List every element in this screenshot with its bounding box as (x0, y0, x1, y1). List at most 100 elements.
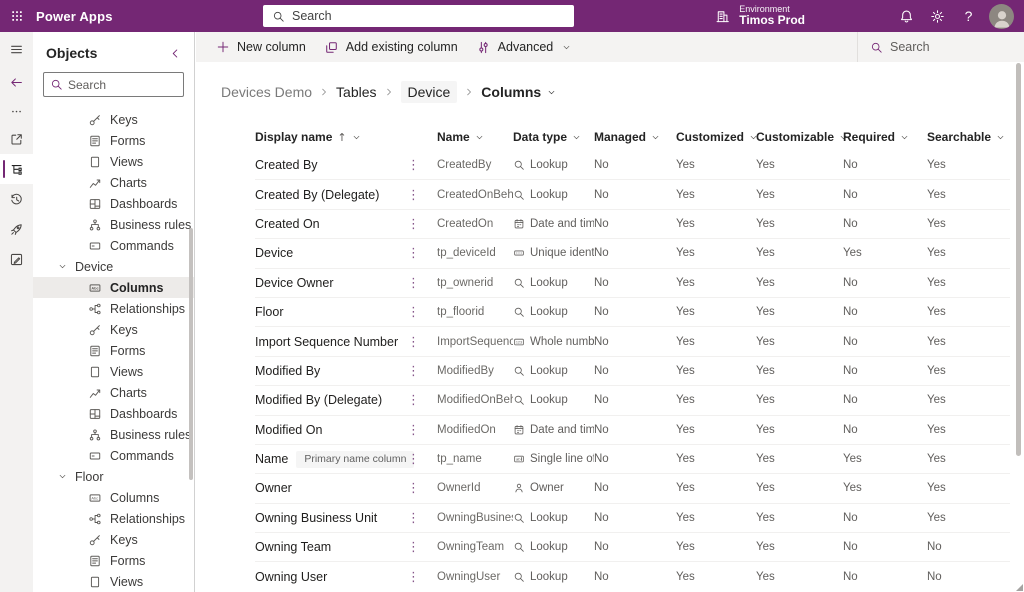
table-row[interactable]: Created By (Delegate)⋮ CreatedOnBehalf...… (255, 179, 1010, 208)
rail-item-history-icon[interactable] (0, 184, 33, 214)
table-row[interactable]: Modified By (Delegate)⋮ ModifiedOnBeha...… (255, 385, 1010, 414)
row-menu-button[interactable]: ⋮ (405, 188, 422, 202)
tree-item-dashboards[interactable]: Dashboards (33, 403, 194, 424)
tree-item-views[interactable]: Views (33, 151, 194, 172)
row-menu-button[interactable]: ⋮ (405, 246, 422, 260)
table-row[interactable]: Modified On⋮ModifiedOnDate and timeNoYes… (255, 414, 1010, 444)
table-row[interactable]: Name Primary name column ⋮ tp_name ab Single … (255, 443, 1010, 473)
column-header-display-name[interactable]: Display name ↑ (255, 130, 437, 144)
tree-item-business-rules[interactable]: Business rules (33, 214, 194, 235)
row-menu-button[interactable]: ⋮ (405, 305, 422, 319)
rail-item-edit-box-icon[interactable] (0, 244, 33, 274)
table-search[interactable] (857, 32, 1024, 62)
tree-item-columns[interactable]: Abc Columns (33, 277, 194, 298)
rail-item-back-arrow-icon[interactable] (0, 66, 33, 98)
collapse-panel-button[interactable] (169, 47, 182, 60)
row-menu-button[interactable]: ⋮ (405, 451, 422, 468)
tree-item-relationships[interactable]: Relationships (33, 508, 194, 529)
help-button[interactable]: ? (953, 0, 984, 32)
table-row[interactable]: Device Owner ⋮ tp_ownerid Lookup No Yes Yes No Y… (255, 267, 1010, 297)
row-menu-button[interactable]: ⋮ (405, 158, 422, 172)
chevron-right-icon (464, 87, 474, 97)
tree-item-commands[interactable]: Commands (33, 445, 194, 466)
main-scrollbar[interactable] (1016, 63, 1021, 456)
row-menu-button[interactable]: ⋮ (405, 276, 422, 290)
objects-scrollbar[interactable] (189, 228, 193, 480)
avatar[interactable] (989, 3, 1014, 29)
column-header-managed[interactable]: Managed (594, 130, 676, 144)
column-header-searchable[interactable]: Searchable (927, 130, 1010, 144)
column-header-customizable[interactable]: Customizable (756, 130, 847, 144)
table-row[interactable]: Device⋮ tp_deviceId Unique identifieNo Yes Y… (255, 238, 1010, 267)
tree-item-dashboards[interactable]: Dashboards (33, 193, 194, 214)
row-menu-button[interactable]: ⋮ (405, 217, 422, 231)
tree-item-charts[interactable]: Charts (33, 172, 194, 193)
rail-item-more-ellipsis-icon[interactable] (0, 98, 33, 124)
cell-customizable: Yes (756, 541, 775, 554)
tree-item-forms[interactable]: Forms (33, 340, 194, 361)
add-existing-column-button[interactable]: Add existing column (315, 32, 467, 62)
tree-item-charts[interactable]: Charts (33, 382, 194, 403)
column-header-required[interactable]: Required (843, 130, 927, 144)
notifications-button[interactable] (891, 0, 922, 32)
breadcrumb-item-devices-demo[interactable]: Devices Demo (221, 84, 312, 100)
tree-group-floor[interactable]: Floor (33, 466, 194, 487)
tree-item-relationships[interactable]: Relationships (33, 298, 194, 319)
table-row[interactable]: Modified By ⋮ ModifiedBy Lookup No Yes Yes No Ye… (255, 355, 1010, 385)
tree-group-device[interactable]: Device (33, 256, 194, 277)
table-row[interactable]: Owning Team ⋮ OwningTeam Lookup No Yes Yes No No (255, 532, 1010, 561)
table-row[interactable]: Created On⋮CreatedOnDate and timeNoYesYe… (255, 208, 1010, 238)
rail-item-rocket-icon[interactable] (0, 214, 33, 244)
objects-search[interactable] (43, 72, 184, 97)
tree-item-business-rules[interactable]: Business rules (33, 424, 194, 445)
row-menu-button[interactable]: ⋮ (405, 540, 422, 554)
app-title[interactable]: Power Apps (36, 9, 113, 24)
column-header-name[interactable]: Name (437, 130, 513, 144)
rail-item-open-app-icon[interactable] (0, 124, 33, 154)
table-row[interactable]: Floor ⋮ tp_floorid Lookup No Yes Yes No Yes (255, 296, 1010, 326)
environment-picker[interactable]: Environment Timos Prod (701, 0, 819, 32)
breadcrumb-item-device[interactable]: Device (400, 81, 458, 103)
cell-data-type: Lookup (513, 365, 594, 377)
row-menu-button[interactable]: ⋮ (405, 364, 422, 378)
table-row[interactable]: Owner ⋮ OwnerId Owner No Yes Yes Yes Yes (255, 473, 1010, 502)
tree-item-views[interactable]: Views (33, 571, 194, 592)
tree-item-label: Views (110, 154, 144, 169)
breadcrumb-item-columns[interactable]: Columns (481, 84, 556, 100)
table-row[interactable]: Import Sequence Number⋮ ImportSequence...… (255, 326, 1010, 355)
table-search-input[interactable] (890, 40, 1012, 54)
global-search[interactable] (263, 5, 574, 27)
cell-name: CreatedOn (437, 217, 494, 230)
row-menu-button[interactable]: ⋮ (405, 335, 422, 349)
advanced-button[interactable]: Advanced (467, 32, 581, 62)
tree-item-forms[interactable]: Forms (33, 550, 194, 571)
rail-item-hamburger-menu-icon[interactable] (0, 32, 33, 66)
settings-button[interactable] (922, 0, 953, 32)
tree-item-forms[interactable]: Forms (33, 130, 194, 151)
tree-item-commands[interactable]: Commands (33, 235, 194, 256)
row-menu-button[interactable]: ⋮ (405, 423, 422, 437)
building-icon (715, 9, 730, 24)
table-row[interactable]: Owning Business Unit⋮ OwningBusiness...Lo… (255, 502, 1010, 532)
tree-item-columns[interactable]: Abc Columns (33, 487, 194, 508)
tree-item-keys[interactable]: Keys (33, 529, 194, 550)
cell-name: tp_ownerid (437, 276, 494, 289)
tree-item-keys[interactable]: Keys (33, 319, 194, 340)
tree-item-keys[interactable]: Keys (33, 109, 194, 130)
column-header-data-type[interactable]: Data type (513, 130, 594, 144)
rail-item-tables-tree-icon[interactable] (0, 154, 33, 184)
breadcrumb-item-tables[interactable]: Tables (336, 84, 376, 100)
new-column-button[interactable]: New column (207, 32, 315, 62)
row-menu-button[interactable]: ⋮ (405, 393, 422, 407)
table-row[interactable]: Created By ⋮ CreatedBy Lookup No Yes Yes No Yes (255, 150, 1010, 179)
relationship-icon (88, 302, 102, 316)
objects-search-input[interactable] (68, 77, 177, 92)
column-header-customized[interactable]: Customized (676, 130, 757, 144)
waffle-icon[interactable] (0, 0, 34, 32)
global-search-input[interactable] (292, 9, 565, 23)
row-menu-button[interactable]: ⋮ (405, 481, 422, 495)
row-menu-button[interactable]: ⋮ (405, 570, 422, 584)
tree-item-views[interactable]: Views (33, 361, 194, 382)
table-row[interactable]: Owning User ⋮ OwningUser Lookup No Yes Yes No No (255, 561, 1010, 590)
row-menu-button[interactable]: ⋮ (405, 511, 422, 525)
